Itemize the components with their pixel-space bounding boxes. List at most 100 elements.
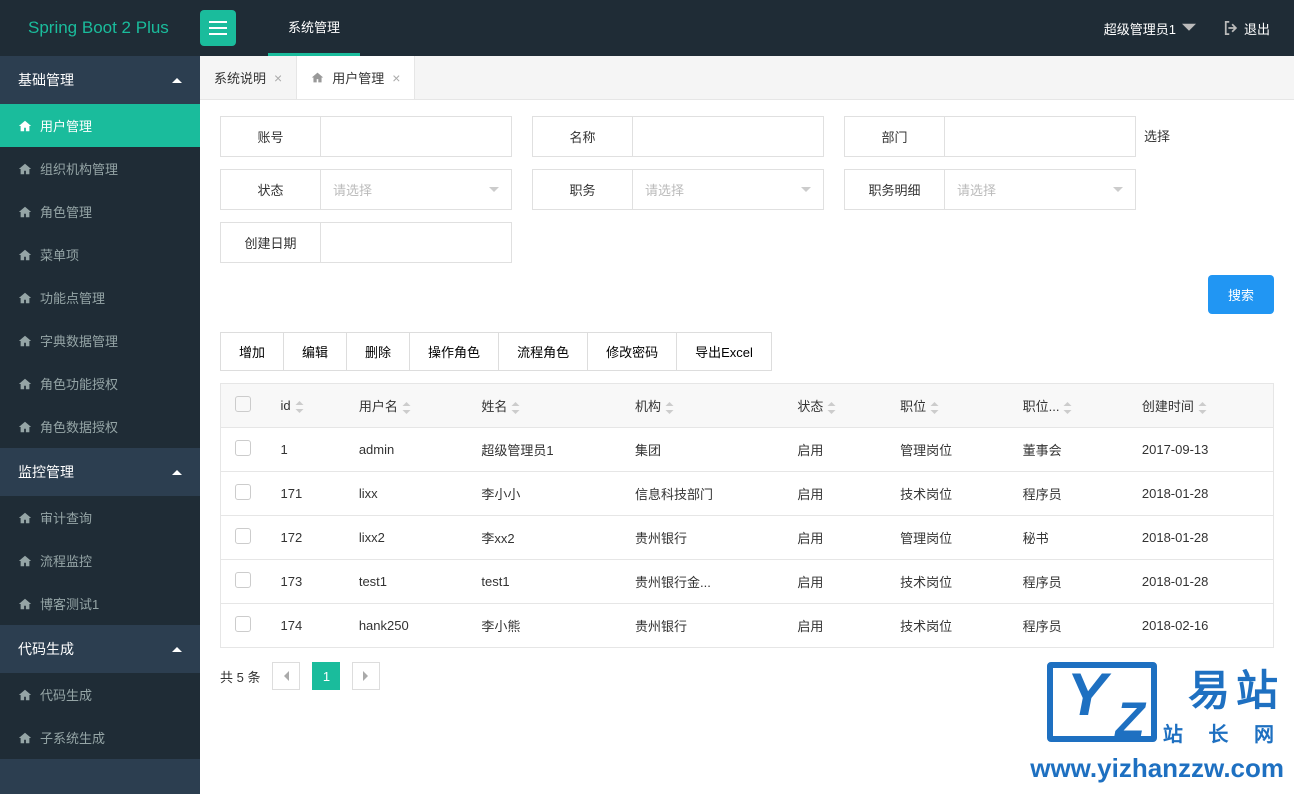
table-cell: lixx — [345, 472, 468, 516]
toolbar-button[interactable]: 修改密码 — [587, 332, 677, 371]
table-header[interactable]: 状态 — [783, 384, 886, 428]
toolbar-button[interactable]: 增加 — [220, 332, 284, 371]
next-page-button[interactable] — [352, 662, 380, 690]
search-field-status: 状态 请选择 — [220, 169, 512, 210]
sidebar-item[interactable]: 博客测试1 — [0, 582, 200, 625]
home-icon — [18, 248, 32, 262]
row-checkbox[interactable] — [235, 440, 251, 456]
sidebar-item[interactable]: 角色数据授权 — [0, 405, 200, 448]
table-header[interactable]: 机构 — [621, 384, 783, 428]
table-header[interactable]: 职位 — [886, 384, 1009, 428]
row-checkbox[interactable] — [235, 484, 251, 500]
toolbar: 增加编辑删除操作角色流程角色修改密码导出Excel — [220, 332, 1274, 371]
table-row[interactable]: 173test1test1贵州银行金...启用技术岗位程序员2018-01-28 — [221, 560, 1274, 604]
table-cell: 李小小 — [467, 472, 621, 516]
toolbar-button[interactable]: 操作角色 — [409, 332, 499, 371]
caret-down-icon — [1113, 185, 1123, 195]
status-select[interactable]: 请选择 — [321, 170, 511, 209]
table-row[interactable]: 1admin超级管理员1集团启用管理岗位董事会2017-09-13 — [221, 428, 1274, 472]
sidebar-item-label: 流程监控 — [40, 551, 92, 570]
sidebar-group-basic[interactable]: 基础管理 — [0, 56, 200, 104]
sidebar-item[interactable]: 角色功能授权 — [0, 362, 200, 405]
chevron-right-icon — [362, 671, 370, 681]
tab-system-info[interactable]: 系统说明 × — [200, 56, 297, 99]
table-cell: 管理岗位 — [886, 516, 1009, 560]
sidebar-item[interactable]: 菜单项 — [0, 233, 200, 276]
job-select[interactable]: 请选择 — [633, 170, 823, 209]
sidebar-item-label: 角色管理 — [40, 202, 92, 221]
sidebar-group-codegen[interactable]: 代码生成 — [0, 625, 200, 673]
home-icon — [18, 291, 32, 305]
sidebar-item-label: 审计查询 — [40, 508, 92, 527]
search-field-dept: 部门 — [844, 116, 1136, 157]
sidebar-item[interactable]: 组织机构管理 — [0, 147, 200, 190]
sidebar-item-label: 字典数据管理 — [40, 331, 118, 350]
home-icon — [18, 119, 32, 133]
tab-user-manage[interactable]: 用户管理 × — [297, 56, 415, 99]
dept-select-button[interactable]: 选择 — [1136, 116, 1178, 157]
toolbar-button[interactable]: 删除 — [346, 332, 410, 371]
sidebar-item[interactable]: 角色管理 — [0, 190, 200, 233]
sidebar-item[interactable]: 子系统生成 — [0, 716, 200, 759]
page-1-button[interactable]: 1 — [312, 662, 340, 690]
jobdetail-select[interactable]: 请选择 — [945, 170, 1135, 209]
sidebar-group-label: 基础管理 — [18, 70, 74, 90]
home-icon — [18, 205, 32, 219]
sort-icon — [1063, 402, 1072, 414]
table-cell: 启用 — [783, 516, 886, 560]
row-checkbox[interactable] — [235, 616, 251, 632]
toolbar-button[interactable]: 导出Excel — [676, 332, 772, 371]
dept-input[interactable] — [945, 117, 1135, 156]
main-content: 系统说明 × 用户管理 × 账号 名称 — [200, 56, 1294, 794]
search-button[interactable]: 搜索 — [1208, 275, 1274, 314]
tab-close-button[interactable]: × — [392, 71, 400, 85]
sidebar-item[interactable]: 用户管理 — [0, 104, 200, 147]
table-row[interactable]: 174hank250李小熊贵州银行启用技术岗位程序员2018-02-16 — [221, 604, 1274, 648]
row-checkbox[interactable] — [235, 528, 251, 544]
table-header[interactable]: 用户名 — [345, 384, 468, 428]
home-icon — [18, 688, 32, 702]
tab-close-button[interactable]: × — [274, 71, 282, 85]
table-header[interactable]: 职位... — [1009, 384, 1128, 428]
table-row[interactable]: 172lixx2李xx2贵州银行启用管理岗位秘书2018-01-28 — [221, 516, 1274, 560]
logout-button[interactable]: 退出 — [1224, 19, 1270, 38]
table-row[interactable]: 171lixx李小小信息科技部门启用技术岗位程序员2018-01-28 — [221, 472, 1274, 516]
sidebar-item[interactable]: 流程监控 — [0, 539, 200, 582]
sidebar-item[interactable]: 代码生成 — [0, 673, 200, 716]
sidebar-item-label: 菜单项 — [40, 245, 79, 264]
toolbar-button[interactable]: 流程角色 — [498, 332, 588, 371]
name-input[interactable] — [633, 117, 823, 156]
sort-icon — [1198, 402, 1207, 414]
field-label: 账号 — [221, 117, 321, 156]
table-cell: 2018-01-28 — [1128, 560, 1274, 604]
logo: Spring Boot 2 Plus — [0, 18, 200, 38]
account-input[interactable] — [321, 117, 511, 156]
sidebar-item[interactable]: 审计查询 — [0, 496, 200, 539]
prev-page-button[interactable] — [272, 662, 300, 690]
table-header[interactable]: id — [267, 384, 345, 428]
sidebar-item-label: 角色功能授权 — [40, 374, 118, 393]
field-label: 职务 — [533, 170, 633, 209]
table-cell: 技术岗位 — [886, 604, 1009, 648]
select-placeholder: 请选择 — [645, 180, 684, 199]
caret-down-icon — [1182, 21, 1196, 35]
toolbar-button[interactable]: 编辑 — [283, 332, 347, 371]
sidebar-item[interactable]: 字典数据管理 — [0, 319, 200, 362]
table-cell: admin — [345, 428, 468, 472]
sort-icon — [930, 402, 939, 414]
user-dropdown[interactable]: 超级管理员1 — [1104, 19, 1196, 38]
sidebar-group-monitor[interactable]: 监控管理 — [0, 448, 200, 496]
table-header[interactable]: 创建时间 — [1128, 384, 1274, 428]
sidebar-item[interactable]: 功能点管理 — [0, 276, 200, 319]
createdate-input[interactable] — [321, 223, 511, 262]
table-cell: 171 — [267, 472, 345, 516]
row-checkbox[interactable] — [235, 572, 251, 588]
pagination: 共 5 条 1 — [220, 648, 1274, 704]
table-header[interactable]: 姓名 — [467, 384, 621, 428]
menu-toggle-button[interactable] — [200, 10, 236, 46]
table-cell: 2018-02-16 — [1128, 604, 1274, 648]
select-all-checkbox[interactable] — [235, 396, 251, 412]
table-cell: 程序员 — [1009, 604, 1128, 648]
home-icon — [311, 71, 324, 84]
top-nav-system[interactable]: 系统管理 — [268, 0, 360, 56]
